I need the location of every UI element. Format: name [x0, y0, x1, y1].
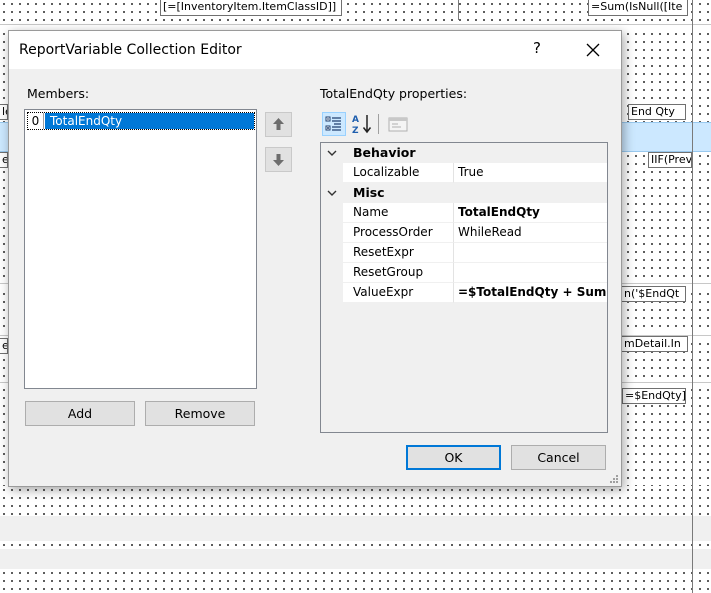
alphabetical-button[interactable]: A Z: [350, 112, 374, 136]
close-icon: [586, 43, 600, 57]
toolbar-separator: [378, 114, 379, 134]
collection-editor-dialog: ReportVariable Collection Editor ? Membe…: [8, 30, 622, 487]
move-down-button[interactable]: [265, 147, 292, 172]
band-dotted-area: [0, 569, 711, 593]
member-name[interactable]: TotalEndQty: [45, 113, 254, 129]
property-name: ProcessOrder: [343, 223, 454, 243]
category-name: Misc: [353, 185, 385, 200]
property-pages-icon: [388, 117, 408, 132]
members-label: Members:: [27, 86, 90, 101]
dialog-title: ReportVariable Collection Editor: [19, 42, 242, 58]
list-item[interactable]: 0 TotalEndQty: [27, 112, 255, 130]
chevron-down-icon[interactable]: [326, 187, 338, 199]
properties-label: TotalEndQty properties:: [320, 86, 468, 101]
band-dotted-area: [0, 486, 711, 516]
category-row-misc[interactable]: Misc: [321, 183, 607, 203]
band-header: [0, 516, 711, 541]
gutter: [321, 163, 343, 183]
gutter: [321, 183, 343, 203]
dialog-titlebar[interactable]: ReportVariable Collection Editor ?: [9, 31, 621, 69]
column-guide: [458, 0, 459, 20]
column-guide: [692, 0, 693, 593]
report-field-endqty-ref[interactable]: =$EndQty]: [622, 388, 686, 404]
gutter: [321, 263, 343, 283]
gutter: [321, 143, 343, 163]
property-value[interactable]: [454, 243, 607, 263]
property-name: ResetGroup: [343, 263, 454, 283]
report-field-end-qty-expr[interactable]: n('$EndQt: [622, 286, 686, 302]
members-list[interactable]: 0 TotalEndQty: [24, 109, 257, 389]
band-dotted-area: [0, 541, 711, 549]
resize-grip-icon[interactable]: [609, 474, 619, 484]
property-name: ResetExpr: [343, 243, 454, 263]
property-grid[interactable]: Behavior Localizable True Misc Name Tota…: [320, 142, 608, 433]
band-separator: [0, 24, 711, 25]
svg-text:A: A: [352, 115, 359, 125]
property-value[interactable]: True: [454, 163, 607, 183]
report-field-sum[interactable]: =Sum(IsNull([Ite: [588, 0, 688, 16]
arrow-up-icon: [273, 118, 284, 130]
property-value[interactable]: TotalEndQty: [454, 203, 607, 223]
move-up-button[interactable]: [265, 112, 292, 137]
arrow-down-icon: [273, 154, 284, 166]
svg-text:Z: Z: [352, 126, 359, 136]
property-row-processorder[interactable]: ProcessOrder WhileRead: [321, 223, 607, 243]
property-value[interactable]: =$TotalEndQty + Sum: [454, 283, 607, 303]
member-index: 0: [28, 113, 44, 129]
report-field-iif[interactable]: IIF(Prev.([I: [648, 152, 692, 168]
close-button[interactable]: [581, 38, 605, 62]
gutter: [321, 203, 343, 223]
categorized-icon: [325, 116, 341, 131]
cancel-button[interactable]: Cancel: [511, 445, 606, 470]
property-name: Localizable: [343, 163, 454, 183]
report-field-detail[interactable]: mDetail.In: [622, 336, 688, 352]
report-field-fragment[interactable]: le: [0, 104, 8, 120]
band-header: [0, 549, 711, 569]
property-name: Name: [343, 203, 454, 223]
remove-button[interactable]: Remove: [145, 401, 255, 426]
property-row-resetexpr[interactable]: ResetExpr: [321, 243, 607, 263]
property-row-valueexpr[interactable]: ValueExpr =$TotalEndQty + Sum: [321, 283, 607, 303]
category-name: Behavior: [353, 145, 416, 160]
property-grid-toolbar: A Z: [320, 111, 410, 137]
property-value[interactable]: WhileRead: [454, 223, 607, 243]
property-pages-button[interactable]: [386, 112, 410, 136]
report-field-fragment[interactable]: e:: [0, 338, 8, 354]
gutter: [321, 283, 343, 303]
gutter: [321, 223, 343, 243]
gutter: [321, 243, 343, 263]
property-row-resetgroup[interactable]: ResetGroup: [321, 263, 607, 283]
property-row-localizable[interactable]: Localizable True: [321, 163, 607, 183]
report-field-item-class[interactable]: [=[InventoryItem.ItemClassID]]: [160, 0, 342, 16]
property-row-name[interactable]: Name TotalEndQty: [321, 203, 607, 223]
add-button[interactable]: Add: [25, 401, 135, 426]
ok-button[interactable]: OK: [406, 445, 501, 470]
property-value[interactable]: [454, 263, 607, 283]
property-name: ValueExpr: [343, 283, 454, 303]
sort-alphabetical-icon: A Z: [352, 115, 372, 136]
categorized-button[interactable]: [322, 112, 346, 136]
help-button[interactable]: ?: [525, 39, 549, 61]
report-field-end-qty-header[interactable]: End Qty: [628, 104, 686, 120]
report-field-fragment[interactable]: e: [0, 152, 8, 168]
chevron-down-icon[interactable]: [326, 147, 338, 159]
category-row-behavior[interactable]: Behavior: [321, 143, 607, 163]
